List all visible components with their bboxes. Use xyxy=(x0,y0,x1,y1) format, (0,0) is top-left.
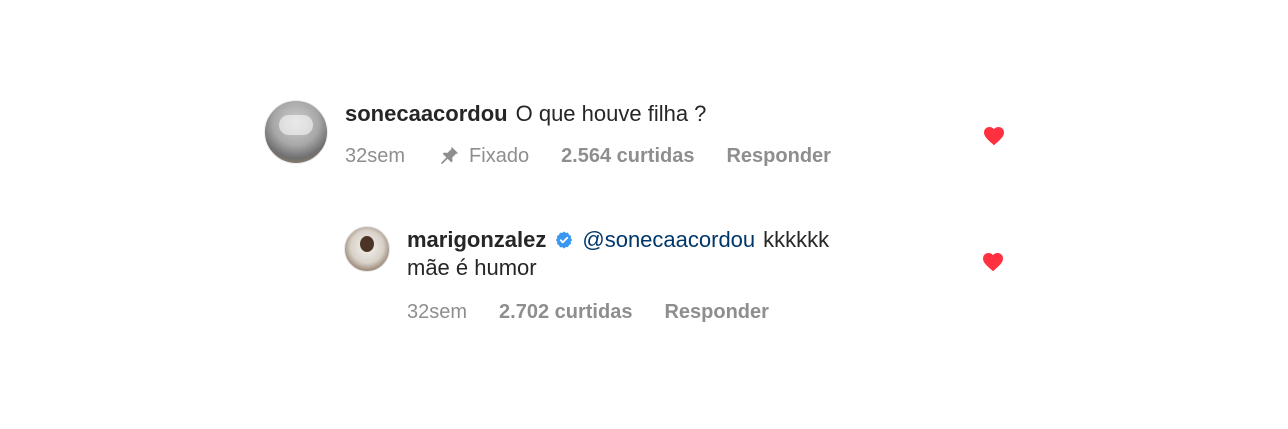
comment-meta: 32sem Fixado 2.564 curtidas Responder xyxy=(345,144,945,168)
like-heart-icon[interactable] xyxy=(982,124,1006,148)
reply-meta: 32sem 2.702 curtidas Responder xyxy=(407,300,967,324)
mention-link[interactable]: @sonecaacordou xyxy=(582,226,755,254)
avatar[interactable] xyxy=(344,226,390,272)
pin-icon xyxy=(437,144,461,168)
pinned-label: Fixado xyxy=(469,145,530,167)
reply-line-1: marigonzalez @sonecaacordou kkkkkk xyxy=(407,226,967,254)
comment-line: sonecaacordou O que houve filha ? xyxy=(345,100,945,128)
comment-content: sonecaacordou O que houve filha ? 32sem … xyxy=(345,100,945,168)
verified-icon xyxy=(554,230,574,250)
comment-likes-count[interactable]: 2.564 curtidas xyxy=(561,144,694,168)
comment-time: 32sem xyxy=(345,145,406,167)
pinned-indicator: Fixado xyxy=(437,144,529,168)
reply-content: marigonzalez @sonecaacordou kkkkkk mãe é… xyxy=(407,226,967,324)
reply-likes-count[interactable]: 2.702 curtidas xyxy=(499,300,632,324)
like-heart-icon[interactable] xyxy=(981,250,1005,274)
avatar[interactable] xyxy=(264,100,328,164)
reply-button[interactable]: Responder xyxy=(664,300,768,324)
reply-button[interactable]: Responder xyxy=(726,144,830,168)
comment-text: O que houve filha ? xyxy=(515,101,707,126)
reply-text-line1: kkkkkk xyxy=(763,227,830,252)
reply-text-line2: mãe é humor xyxy=(407,255,537,280)
reply-username[interactable]: marigonzalez xyxy=(407,226,546,254)
comment-username[interactable]: sonecaacordou xyxy=(345,100,508,128)
comments-panel: sonecaacordou O que houve filha ? 32sem … xyxy=(0,0,1288,429)
reply-time: 32sem xyxy=(407,301,468,323)
